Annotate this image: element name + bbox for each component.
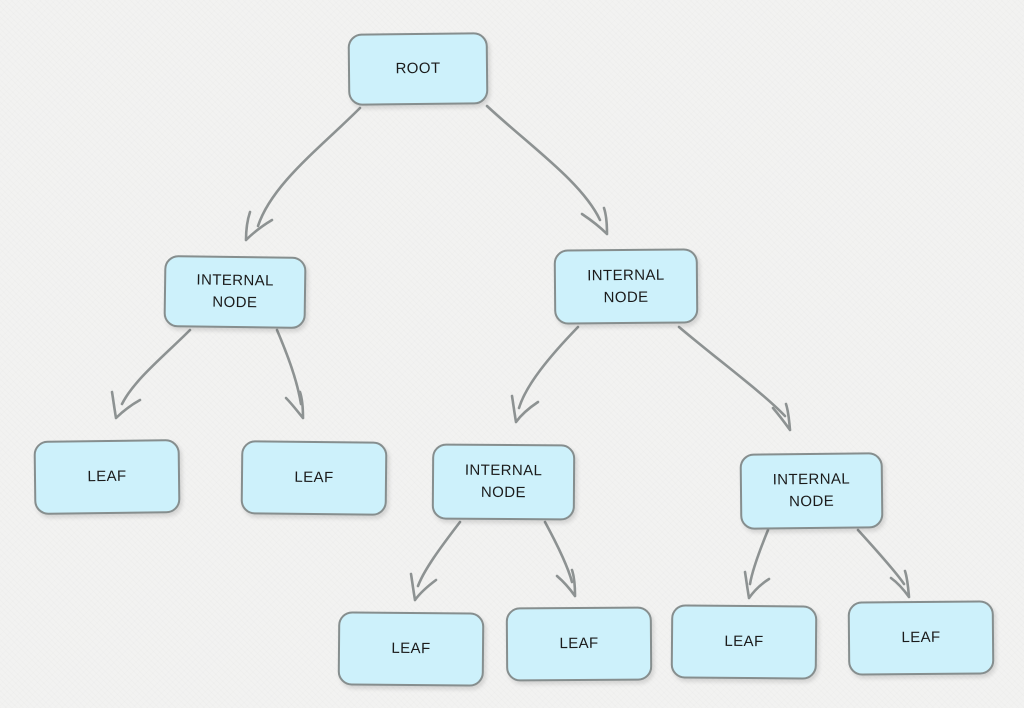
edge-line [256,106,362,228]
arrowhead-icon [889,569,911,599]
diagram-canvas: ROOT INTERNAL NODE INTERNAL NODE LEAF LEAF IN… [0,0,1024,708]
edge-line [275,328,303,406]
node-label: ROOT [395,59,441,78]
node-label: LEAF [724,632,764,651]
arrowhead-icon [110,390,142,420]
node-label: LEAF [559,634,599,653]
node-l3[interactable]: LEAF [337,611,485,687]
edge-i1-to-l2 [275,328,305,420]
arrowhead-icon [743,570,771,600]
edge-line [517,325,580,410]
arrowhead-icon [555,568,577,598]
node-label: INTERNAL NODE [587,266,665,306]
arrowhead-icon [244,210,274,242]
node-i1[interactable]: INTERNAL NODE [163,255,307,329]
edge-i4-to-l6 [856,528,911,599]
node-label: INTERNAL NODE [464,461,543,502]
node-label: LEAF [294,468,334,487]
arrowhead-icon [409,572,438,602]
arrowhead-icon [510,394,540,424]
node-label: LEAF [901,628,941,647]
node-i2[interactable]: INTERNAL NODE [553,248,699,325]
edge-line [543,520,574,584]
edge-line [856,528,906,586]
edge-line [416,520,462,588]
arrowhead-icon [284,390,305,420]
edge-i3-to-l3 [409,520,462,602]
edge-root-to-i1 [244,106,362,242]
edge-line [485,104,602,222]
node-root[interactable]: ROOT [347,32,489,106]
node-l1[interactable]: LEAF [33,439,181,515]
node-label: INTERNAL NODE [772,470,851,511]
edge-line [677,325,787,418]
node-l2[interactable]: LEAF [240,440,388,516]
node-label: INTERNAL NODE [196,271,274,312]
node-label: LEAF [391,639,431,658]
node-i3[interactable]: INTERNAL NODE [431,443,576,521]
edge-i2-to-i4 [677,325,792,432]
node-l6[interactable]: LEAF [847,600,995,676]
arrowhead-icon [580,206,609,236]
edge-line [120,328,192,406]
edge-line [748,528,770,586]
edge-i4-to-l5 [743,528,771,600]
edge-root-to-i2 [485,104,609,236]
node-label: LEAF [87,467,127,486]
arrowhead-icon [771,402,792,432]
edge-i3-to-l4 [543,520,577,598]
node-i4[interactable]: INTERNAL NODE [739,452,884,530]
node-l5[interactable]: LEAF [670,604,818,680]
edge-i1-to-l1 [110,328,192,420]
node-l4[interactable]: LEAF [505,606,653,682]
edge-i2-to-i3 [510,325,580,424]
